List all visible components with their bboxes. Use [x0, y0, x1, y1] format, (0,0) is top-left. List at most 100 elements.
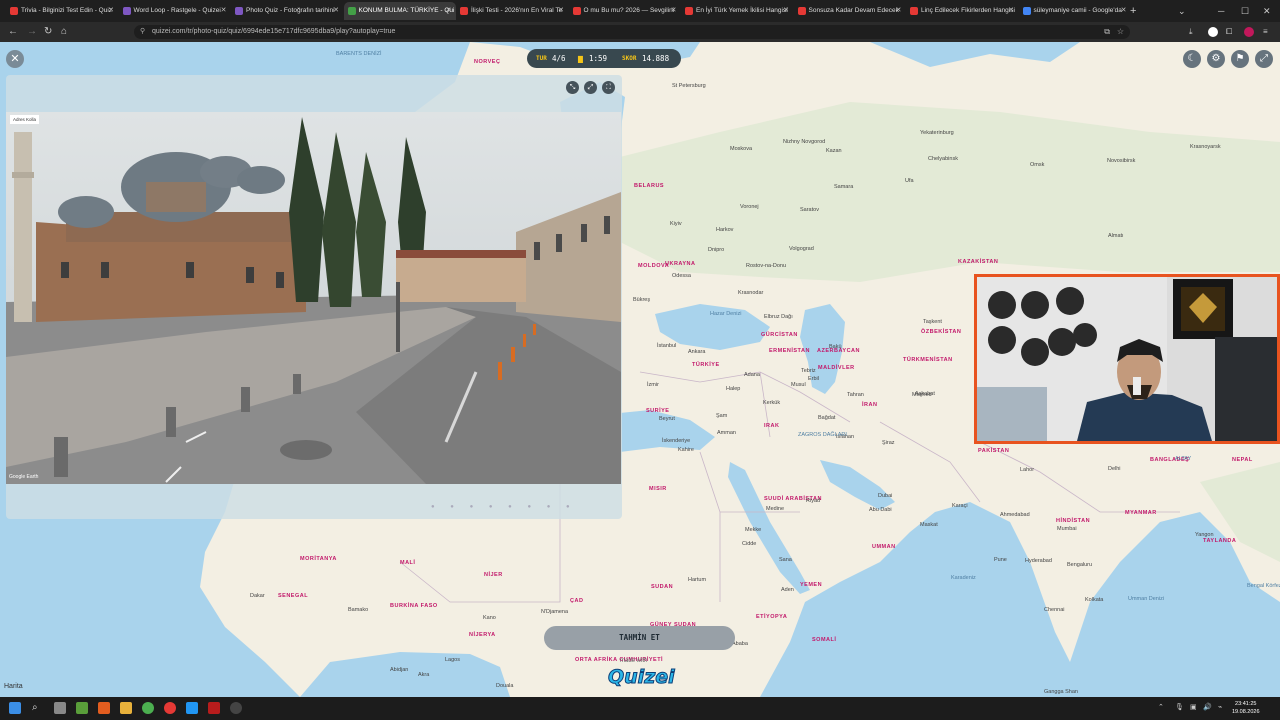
photo-credit[interactable]: Adres Kolla	[10, 115, 40, 124]
quizei-logo[interactable]: Quizei	[608, 666, 676, 689]
back-icon[interactable]: ←	[8, 24, 18, 40]
task-view-icon[interactable]	[54, 702, 66, 714]
browser-tab[interactable]: KONUM BULMA: TÜRKİYE - Qui ✕	[343, 2, 456, 20]
country-label: PAKİSTAN	[978, 448, 1010, 454]
tab-close-icon[interactable]: ✕	[221, 2, 227, 20]
tab-close-icon[interactable]: ✕	[896, 2, 902, 20]
city-label: Abu Dabi	[869, 507, 892, 513]
notes-icon[interactable]	[186, 702, 198, 714]
tab-search-icon[interactable]: ⌄	[1178, 2, 1186, 20]
close-window-icon[interactable]: ✕	[1263, 2, 1271, 20]
city-label: Gangga Shan	[1044, 689, 1078, 695]
menu-icon[interactable]: ≡	[1263, 27, 1273, 37]
extensions-puzzle-icon[interactable]: ⧠	[1226, 27, 1236, 37]
forward-icon[interactable]: →	[27, 24, 37, 40]
downloads-icon[interactable]: ⤓	[1189, 27, 1199, 37]
city-label: Voronej	[740, 204, 759, 210]
guess-button[interactable]: TAHMİN ET	[544, 626, 735, 650]
tab-close-icon[interactable]: ✕	[783, 2, 789, 20]
city-label: Moskova	[730, 146, 753, 152]
city-label: Cidde	[742, 541, 757, 547]
clock-time: 23:41:25	[1235, 701, 1257, 707]
tab-close-icon[interactable]: ✕	[108, 2, 114, 20]
firefox-icon[interactable]	[98, 702, 110, 714]
install-app-icon[interactable]: ⧉	[1104, 25, 1110, 39]
street-view-photo[interactable]: Adres Kolla Google Earth	[6, 112, 621, 484]
tray-app-icon[interactable]: ▣	[1190, 703, 1197, 711]
bookmark-star-icon[interactable]: ☆	[1117, 25, 1124, 39]
obs-icon[interactable]	[230, 702, 242, 714]
city-label: Kolkata	[1085, 597, 1104, 603]
tab-close-icon[interactable]: ✕	[671, 2, 677, 20]
browser-tab[interactable]: O mu Bu mu? 2026 — Sevgilini ✕	[569, 2, 681, 20]
tab-label: Sonsuza Kadar Devam Edecek	[808, 7, 899, 14]
tab-close-icon[interactable]: ✕	[446, 2, 452, 20]
search-icon[interactable]: ⌕	[32, 702, 44, 714]
country-label: TÜRKİYE	[692, 362, 720, 368]
minimize-icon[interactable]: ─	[1218, 2, 1224, 20]
city-label: Medine	[766, 506, 785, 512]
city-label: Elbruz Dağı	[764, 314, 793, 320]
browser-tab[interactable]: Word Loop - Rastgele - Quizei ✕	[119, 2, 231, 20]
city-label: Musul	[791, 382, 806, 388]
tab-strip: Trivia - Bilginizi Test Edin - Quiz ✕ Word…	[0, 0, 1280, 22]
city-label: Chennai	[1044, 607, 1065, 613]
tab-favicon-icon	[1022, 7, 1031, 15]
country-label: SUDAN	[651, 584, 674, 590]
browser-tab[interactable]: Photo Quiz - Fotoğrafın tarihini ✕	[231, 2, 343, 20]
expand-icon[interactable]: ⤢	[584, 81, 597, 94]
network-icon[interactable]: ⌁	[1218, 703, 1222, 711]
geo-feature-label: ZAGROS DAĞLARI	[798, 432, 847, 438]
fullscreen-photo-icon[interactable]: ⛶	[602, 81, 615, 94]
shrink-icon[interactable]: ⤡	[566, 81, 579, 94]
dark-mode-icon[interactable]: ☾	[1183, 50, 1201, 68]
webcam-overlay	[974, 274, 1280, 444]
city-label: Omsk	[1030, 162, 1045, 168]
home-icon[interactable]: ⌂	[61, 24, 67, 40]
maximize-icon[interactable]: ☐	[1241, 2, 1249, 20]
browser-tab[interactable]: En İyi Türk Yemek İkilisi Hangisi ✕	[681, 2, 793, 20]
settings-gear-icon[interactable]: ⚙	[1207, 50, 1225, 68]
country-label: IRAK	[764, 423, 780, 429]
country-label: UMMAN	[872, 544, 896, 550]
chrome-icon[interactable]	[142, 702, 154, 714]
tab-close-icon[interactable]: ✕	[558, 2, 564, 20]
site-info-icon[interactable]: ⚲	[140, 25, 145, 39]
close-quiz-button[interactable]: ✕	[6, 50, 24, 68]
new-tab-button[interactable]: +	[1130, 2, 1136, 20]
volume-icon[interactable]: 🔊	[1203, 703, 1212, 711]
report-flag-icon[interactable]: ⚑	[1231, 50, 1249, 68]
file-explorer-icon[interactable]	[120, 702, 132, 714]
browser-tab[interactable]: Sonsuza Kadar Devam Edecek ✕	[794, 2, 906, 20]
country-label: MALDİVLER	[818, 365, 855, 371]
country-label: MISIR	[649, 486, 667, 492]
city-label: Taşkent	[923, 319, 942, 325]
opera-icon[interactable]	[164, 702, 176, 714]
microphone-icon[interactable]: 🎙	[1175, 703, 1184, 711]
profile-icon[interactable]	[1244, 27, 1254, 37]
start-icon[interactable]	[9, 702, 21, 714]
system-clock[interactable]: 23:41:25 19.08.2026	[1232, 700, 1260, 716]
tray-chevron-icon[interactable]: ⌃	[1158, 703, 1164, 711]
round-label: TUR	[536, 55, 547, 62]
reload-icon[interactable]: ↻	[44, 24, 52, 40]
tab-close-icon[interactable]: ✕	[1121, 2, 1127, 20]
widgets-icon[interactable]	[76, 702, 88, 714]
fullscreen-icon[interactable]: ⤢	[1255, 50, 1273, 68]
browser-tab[interactable]: süleymaniye camii - Google'da ✕	[1019, 2, 1131, 20]
country-label: SOMALİ	[812, 637, 837, 643]
tab-close-icon[interactable]: ✕	[333, 2, 339, 20]
country-label: UKRAYNA	[665, 261, 696, 267]
recording-app-icon[interactable]	[208, 702, 220, 714]
address-bar[interactable]: ⚲ quizei.com/tr/photo-quiz/quiz/6994ede1…	[134, 25, 1130, 39]
browser-tab[interactable]: Trivia - Bilginizi Test Edin - Quiz ✕	[6, 2, 118, 20]
tab-favicon-icon	[572, 7, 581, 15]
tab-favicon-icon	[460, 7, 468, 15]
browser-tab[interactable]: Linç Edilecek Fikirlerden Hangisi ✕	[906, 2, 1018, 20]
tab-label: KONUM BULMA: TÜRKİYE - Qui	[358, 7, 455, 14]
extension-icon[interactable]	[1208, 27, 1218, 37]
city-label: Ahmedabad	[1000, 512, 1030, 518]
country-label: ETİYOPYA	[756, 614, 788, 620]
tab-close-icon[interactable]: ✕	[1008, 2, 1014, 20]
browser-tab[interactable]: İlişki Testi - 2026'nın En Viral Te ✕	[456, 2, 568, 20]
